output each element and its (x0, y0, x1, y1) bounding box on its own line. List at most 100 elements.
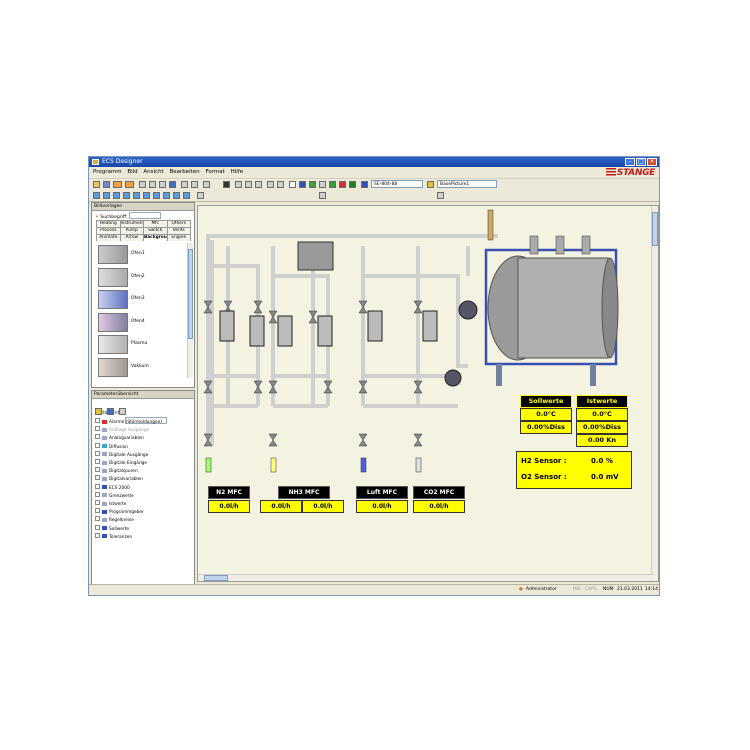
zoom-out-icon[interactable] (103, 192, 110, 199)
canvas-horizontal-scrollbar-thumb[interactable] (204, 575, 228, 581)
rect-tool-icon[interactable] (329, 181, 336, 188)
close-button[interactable]: × (647, 158, 657, 166)
tree-item[interactable]: Grenzwerte (95, 491, 162, 500)
status-time: 14:14 (645, 587, 658, 592)
template-item[interactable]: Vakkum (96, 356, 187, 379)
move-icon[interactable] (245, 181, 252, 188)
align-center-icon[interactable] (133, 192, 140, 199)
same-size-icon[interactable] (183, 192, 190, 199)
param-filter-icon[interactable] (119, 408, 127, 415)
tree-item[interactable]: Alarme (Störmeldungen) (95, 418, 162, 426)
tree-item[interactable]: Toleranzen (95, 532, 162, 541)
maximize-button[interactable]: □ (636, 158, 646, 166)
minimize-button[interactable]: – (625, 158, 635, 166)
disk-icon[interactable] (169, 181, 176, 188)
status-caps: CAPS (585, 587, 597, 592)
tree-item[interactable]: Programmgeber (95, 508, 162, 516)
canvas-horizontal-scrollbar[interactable] (198, 574, 654, 581)
menu-programm[interactable]: Programm (93, 169, 122, 175)
tab-background[interactable]: Background (143, 234, 168, 241)
preview-icon[interactable] (191, 181, 198, 188)
tree-item[interactable]: Digitale Eingänge (95, 459, 162, 467)
align-right-icon[interactable] (143, 192, 150, 199)
picture-icon[interactable] (427, 181, 434, 188)
menu-format[interactable]: Format (205, 169, 224, 175)
param-add-icon[interactable] (95, 408, 102, 415)
redo-icon[interactable] (277, 181, 284, 188)
open-icon[interactable] (113, 181, 122, 188)
user-icon: ● (519, 587, 523, 592)
furnace-end (601, 257, 619, 359)
zoom-fit-icon[interactable] (113, 192, 120, 199)
param-edit-icon[interactable] (107, 408, 115, 415)
template-item[interactable]: Ofen1 (96, 243, 187, 266)
align-top-icon[interactable] (153, 192, 160, 199)
line-tool-icon[interactable] (319, 181, 326, 188)
grid-icon[interactable] (235, 181, 242, 188)
delete-icon[interactable] (255, 181, 262, 188)
fill-tool-icon[interactable] (349, 181, 356, 188)
home-icon[interactable] (93, 181, 100, 188)
tree-item[interactable]: Digitale Ausgänge (95, 450, 162, 459)
tree-item[interactable]: Sollwerte (95, 524, 162, 533)
template-scrollbar-thumb[interactable] (188, 249, 193, 339)
tab-mfc[interactable]: Mfc (143, 220, 168, 227)
tree-item[interactable]: ECS 2000 (95, 483, 162, 492)
menu-bild[interactable]: Bild (127, 169, 137, 175)
align-bottom-icon[interactable] (163, 192, 170, 199)
bring-front-icon[interactable] (319, 192, 326, 199)
cut-icon[interactable] (139, 181, 146, 188)
color-tool-icon[interactable] (339, 181, 346, 188)
design-canvas[interactable]: N2 MFC 0.0l/h NH3 MFC 0.0l/h 0.0l/h Luft… (197, 205, 659, 582)
canvas-vertical-scrollbar[interactable] (651, 206, 658, 576)
distribute-icon[interactable] (173, 192, 180, 199)
object-icon[interactable] (361, 181, 368, 188)
print-icon[interactable] (181, 181, 188, 188)
picture-field[interactable]: BasePicture1 (437, 180, 497, 188)
zoom-in-icon[interactable] (93, 192, 100, 199)
template-item[interactable]: Ofen3 (96, 288, 187, 311)
template-item[interactable]: Ofen4 (96, 311, 187, 334)
template-item[interactable]: Ofen2 (96, 266, 187, 289)
tree-item[interactable]: Regelkreise (95, 516, 162, 524)
title-bar[interactable]: ECS Designer – □ × (89, 157, 659, 167)
tree-item[interactable]: Analoge Ausgänge (95, 426, 162, 434)
tab-process[interactable]: Process (96, 227, 121, 234)
tree-item[interactable]: Istwerte (95, 500, 162, 508)
template-item[interactable]: Plasma (96, 333, 187, 356)
canvas-vertical-scrollbar-thumb[interactable] (652, 212, 658, 246)
template-scrollbar[interactable] (187, 243, 193, 378)
undo-icon[interactable] (267, 181, 274, 188)
copy-icon[interactable] (149, 181, 156, 188)
tab-instruments[interactable]: Instruments (119, 220, 144, 227)
tab-arrow[interactable]: Arrow (119, 234, 144, 241)
tab-vents[interactable]: Vents (166, 227, 191, 234)
text-tool-icon[interactable] (299, 181, 306, 188)
image-tool-icon[interactable] (309, 181, 316, 188)
tree-item[interactable]: Diffusion (95, 442, 162, 451)
align-icon[interactable] (223, 181, 230, 188)
pointer-icon[interactable] (289, 181, 296, 188)
save-icon[interactable] (125, 181, 134, 188)
align-left-icon[interactable] (123, 192, 130, 199)
tab-heating[interactable]: Heating (96, 220, 121, 227)
tab-engine[interactable]: Engine (166, 234, 191, 241)
tree-item[interactable]: Digitalspuren (95, 467, 162, 475)
tab-animate[interactable]: Animate (96, 234, 121, 241)
send-back-icon[interactable] (437, 192, 444, 199)
item-field[interactable]: SE-804-88 (371, 180, 423, 188)
menu-bearbeiten[interactable]: Bearbeiten (169, 169, 199, 175)
tree-item[interactable]: Analogvariablen (95, 434, 162, 442)
tab-others[interactable]: Others (166, 220, 191, 227)
group-icon[interactable] (197, 192, 204, 199)
tree-item[interactable]: Digitalvariablen (95, 475, 162, 483)
dropdown-tool-icon[interactable] (203, 181, 210, 188)
bildvorlagen-search-input[interactable] (128, 212, 161, 219)
menu-ansicht[interactable]: Ansicht (143, 169, 163, 175)
paste-icon[interactable] (159, 181, 166, 188)
folder-icon[interactable] (103, 181, 110, 188)
furnace-leg (496, 364, 502, 386)
menu-hilfe[interactable]: Hilfe (231, 169, 244, 175)
tab-pump[interactable]: Pump (119, 227, 144, 234)
tab-switch[interactable]: Switch (143, 227, 168, 234)
